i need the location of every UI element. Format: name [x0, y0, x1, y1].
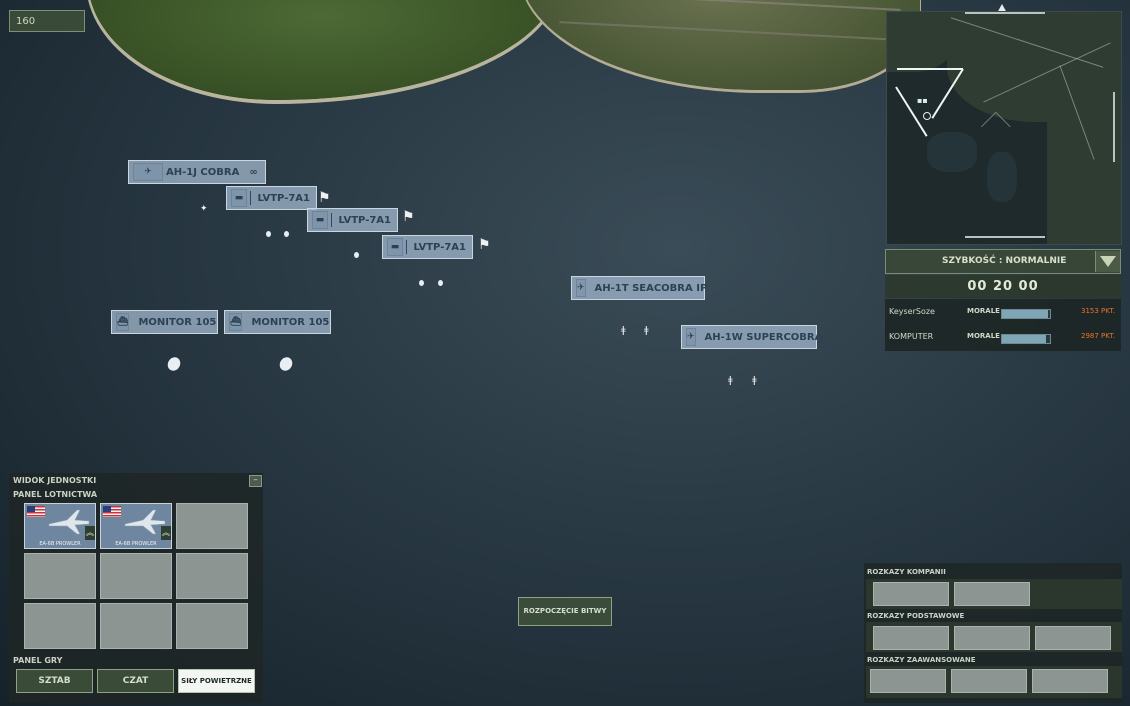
amphibious-vehicle-icon: ▬ — [231, 189, 247, 207]
player-name: KeyserSoze — [889, 307, 935, 316]
empty-aircraft-slot[interactable] — [176, 553, 248, 599]
basic-orders-title: ROZKAZY PODSTAWOWE — [867, 612, 965, 620]
order-slot[interactable] — [951, 669, 1027, 693]
unit-strength-bar — [405, 240, 408, 254]
helicopter-sprite[interactable]: ǂ — [728, 375, 733, 386]
unit-marker[interactable] — [266, 231, 271, 237]
unit-cluster-icon: ▪▪ — [917, 96, 928, 105]
unit-label-ah1w-supercobra[interactable]: ✈ AH-1W SUPERCOBRA — [681, 325, 822, 349]
order-slot[interactable] — [1035, 626, 1111, 650]
company-orders-title: ROZKAZY KOMPANII — [867, 568, 946, 576]
morale-label: MORALE — [967, 307, 1000, 315]
empty-aircraft-slot[interactable] — [100, 603, 172, 649]
morale-fill — [1002, 335, 1047, 343]
unit-order-icon[interactable]: ⚑ — [478, 237, 491, 253]
unit-marker[interactable] — [354, 252, 359, 258]
empty-aircraft-slot[interactable] — [100, 553, 172, 599]
minimap-island — [927, 132, 977, 172]
minimap-frame-tick — [1113, 92, 1115, 162]
advanced-orders-title: ROZKAZY ZAAWANSOWANE — [867, 656, 976, 664]
order-slot[interactable] — [873, 582, 949, 606]
unit-label-lvtp-3[interactable]: ▬ LVTP-7A1 — [382, 235, 473, 259]
unit-marker[interactable] — [284, 231, 289, 237]
veterancy-rank-icon: ︽ — [85, 526, 95, 540]
minimize-panel-button[interactable]: – — [249, 475, 262, 487]
player-points: 3153 PKT. — [1081, 307, 1115, 315]
player-points: 2987 PKT. — [1081, 332, 1115, 340]
start-battle-button[interactable]: ROZPOCZĘCIE BITWY — [518, 597, 612, 626]
empty-aircraft-slot[interactable] — [24, 553, 96, 599]
unit-order-icon[interactable]: ⚑ — [402, 209, 415, 225]
unit-label-ah1j-cobra[interactable]: ✈ AH-1J COBRA ∞ — [128, 160, 266, 184]
unit-view-title: WIDOK JEDNOSTKI — [13, 476, 97, 485]
aircraft-card[interactable]: EA-6B PROWLER ︽ — [100, 503, 172, 549]
minimap[interactable]: ▪▪ — [886, 11, 1122, 245]
us-flag-icon — [27, 506, 45, 517]
score-row-computer: KOMPUTER MORALE 2987 PKT. — [885, 327, 1121, 347]
empty-aircraft-slot[interactable] — [176, 503, 248, 549]
aircraft-name: EA-6B PROWLER — [115, 541, 157, 547]
unit-strength-bar — [249, 191, 252, 205]
scoreboard: KeyserSoze MORALE 3153 PKT. KOMPUTER MOR… — [885, 299, 1121, 351]
game-speed-selector[interactable]: SZYBKOŚĆ : NORMALNIE — [885, 249, 1121, 274]
chat-button[interactable]: CZAT — [97, 669, 174, 693]
resource-counter: 160 — [9, 10, 85, 32]
score-row-player: KeyserSoze MORALE 3153 PKT. — [885, 302, 1121, 322]
morale-label: MORALE — [967, 332, 1000, 340]
order-slot[interactable] — [954, 626, 1030, 650]
unit-label-monitor-2[interactable]: ⛴ MONITOR 105 — [224, 310, 331, 334]
unit-label-ah1t-seacobra[interactable]: ✈ AH-1T SEACOBRA IP — [571, 276, 707, 300]
aircraft-card[interactable]: EA-6B PROWLER ︽ — [24, 503, 96, 549]
unit-strength-bar — [330, 213, 333, 227]
minimap-island — [987, 152, 1017, 202]
amphibious-vehicle-icon: ▬ — [387, 238, 403, 256]
boat-sprite[interactable] — [277, 354, 295, 374]
helicopter-icon: ✈ — [686, 328, 696, 346]
amphibious-vehicle-icon: ▬ — [312, 211, 328, 229]
unit-marker[interactable] — [419, 280, 424, 286]
headquarters-button[interactable]: SZTAB — [16, 669, 93, 693]
player-name: KOMPUTER — [889, 332, 934, 341]
helicopter-sprite[interactable]: ǂ — [752, 375, 757, 386]
boat-icon: ⛴ — [116, 313, 130, 331]
morale-bar — [1001, 334, 1051, 344]
helicopter-sprite[interactable]: ǂ — [644, 325, 649, 336]
camera-position-icon — [923, 112, 931, 120]
camera-view-indicator — [897, 68, 963, 70]
game-panel-title: PANEL GRY — [13, 656, 63, 665]
boat-icon: ⛴ — [229, 313, 243, 331]
helicopter-sprite[interactable]: ✦ — [200, 204, 208, 214]
speed-dropdown-arrow-icon[interactable] — [1095, 251, 1120, 272]
island-terrain — [88, 0, 558, 100]
unit-label-lvtp-2[interactable]: ▬ LVTP-7A1 — [307, 208, 398, 232]
air-panel-title: PANEL LOTNICTWA — [13, 490, 98, 499]
helicopter-icon: ✈ — [133, 163, 163, 181]
morale-fill — [1002, 310, 1048, 318]
boat-sprite[interactable] — [165, 354, 183, 374]
order-slot[interactable] — [873, 626, 949, 650]
order-slot[interactable] — [954, 582, 1030, 606]
veterancy-rank-icon: ︽ — [161, 526, 171, 540]
empty-aircraft-slot[interactable] — [24, 603, 96, 649]
minimap-frame-tick — [965, 236, 1045, 238]
group-link-icon: ∞ — [249, 166, 258, 178]
minimap-frame-tick — [965, 12, 1045, 14]
helicopter-icon: ✈ — [576, 279, 586, 297]
morale-bar — [1001, 309, 1051, 319]
camera-view-edge — [895, 86, 928, 137]
us-flag-icon — [103, 506, 121, 517]
unit-marker[interactable] — [438, 280, 443, 286]
order-slot[interactable] — [870, 669, 946, 693]
unit-label-monitor-1[interactable]: ⛴ MONITOR 105 — [111, 310, 218, 334]
helicopter-sprite[interactable]: ǂ — [621, 325, 626, 336]
empty-aircraft-slot[interactable] — [176, 603, 248, 649]
order-slot[interactable] — [1032, 669, 1108, 693]
minimap-land — [1047, 102, 1121, 244]
unit-order-icon[interactable]: ⚑ — [318, 190, 331, 206]
unit-label-lvtp-1[interactable]: ▬ LVTP-7A1 — [226, 186, 317, 210]
air-forces-button[interactable]: SIŁY POWIETRZNE — [178, 669, 255, 693]
match-timer: 00 20 00 — [885, 275, 1121, 298]
aircraft-name: EA-6B PROWLER — [39, 541, 81, 547]
